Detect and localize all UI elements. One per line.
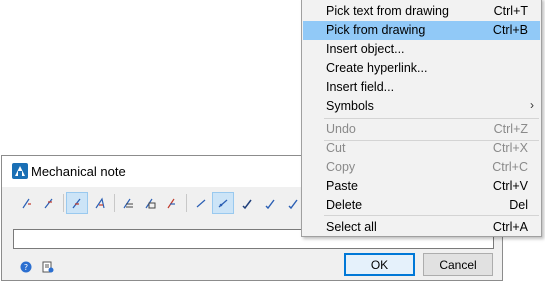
leader-arrow-icon[interactable] xyxy=(16,192,38,214)
menu-item-label: Insert object... xyxy=(326,42,405,56)
submenu-chevron-right-icon: › xyxy=(530,98,534,112)
menu-item-pick-text-from-drawing[interactable]: Pick text from drawing Ctrl+T xyxy=(303,2,540,21)
leader-arrow-4-icon[interactable] xyxy=(89,192,111,214)
menu-item-label: Pick from drawing xyxy=(326,23,426,37)
menu-item-shortcut: Ctrl+V xyxy=(492,179,528,193)
line-arrow-icon[interactable] xyxy=(212,192,234,214)
toolbar-separator xyxy=(114,194,115,212)
line-icon[interactable] xyxy=(190,192,212,214)
menu-separator xyxy=(324,215,539,216)
toolbar-separator xyxy=(186,194,187,212)
toolbar-separator xyxy=(63,194,64,212)
menu-item-cut[interactable]: Cut Ctrl+X xyxy=(303,139,540,158)
menu-item-shortcut: Ctrl+X xyxy=(492,141,528,155)
cancel-button[interactable]: Cancel xyxy=(423,253,493,276)
text-leader-2-icon[interactable] xyxy=(139,192,161,214)
menu-item-shortcut: Del xyxy=(509,198,528,212)
menu-item-select-all[interactable]: Select all Ctrl+A xyxy=(303,218,540,237)
menu-item-label: Create hyperlink... xyxy=(326,61,428,75)
leader-arrow-3-icon[interactable] xyxy=(66,192,88,214)
menu-item-insert-field[interactable]: Insert field... xyxy=(303,78,540,97)
menu-item-label: Insert field... xyxy=(326,80,395,94)
menu-item-label: Undo xyxy=(326,122,356,136)
menu-separator xyxy=(324,118,539,119)
dialog-title: Mechanical note xyxy=(31,164,126,179)
ok-button[interactable]: OK xyxy=(344,253,415,276)
svg-text:?: ? xyxy=(24,263,28,272)
autocad-app-icon xyxy=(12,163,28,179)
menu-item-shortcut: Ctrl+T xyxy=(493,4,528,18)
text-leader-icon[interactable] xyxy=(117,192,139,214)
menu-item-copy[interactable]: Copy Ctrl+C xyxy=(303,158,540,177)
menu-item-symbols[interactable]: Symbols › xyxy=(303,97,540,116)
menu-item-shortcut: Ctrl+C xyxy=(492,160,528,174)
menu-item-create-hyperlink[interactable]: Create hyperlink... xyxy=(303,59,540,78)
menu-item-label: Select all xyxy=(326,220,377,234)
text-leader-3-icon[interactable] xyxy=(161,192,183,214)
leader-arrow-2-icon[interactable] xyxy=(38,192,60,214)
menu-item-label: Paste xyxy=(326,179,358,193)
menu-item-label: Copy xyxy=(326,160,356,174)
menu-item-insert-object[interactable]: Insert object... xyxy=(303,40,540,59)
menu-item-label: Cut xyxy=(326,141,346,155)
menu-item-undo[interactable]: Undo Ctrl+Z xyxy=(303,120,540,139)
check-arrow-icon[interactable] xyxy=(236,192,258,214)
menu-item-label: Symbols xyxy=(326,99,374,113)
context-menu: Pick text from drawing Ctrl+T Pick from … xyxy=(301,0,542,237)
menu-item-shortcut: Ctrl+A xyxy=(492,220,528,234)
menu-item-delete[interactable]: Delete Del xyxy=(303,196,540,215)
menu-item-pick-from-drawing[interactable]: Pick from drawing Ctrl+B xyxy=(303,21,540,40)
help-icon[interactable]: ? xyxy=(19,260,33,274)
menu-item-shortcut: Ctrl+Z xyxy=(493,122,528,136)
check-arrow-2-icon[interactable] xyxy=(259,192,281,214)
menu-item-shortcut: Ctrl+B xyxy=(492,23,528,37)
settings-sheet-icon[interactable] xyxy=(41,260,55,274)
menu-item-paste[interactable]: Paste Ctrl+V xyxy=(303,177,540,196)
menu-item-label: Pick text from drawing xyxy=(326,4,449,18)
menu-item-label: Delete xyxy=(326,198,363,212)
